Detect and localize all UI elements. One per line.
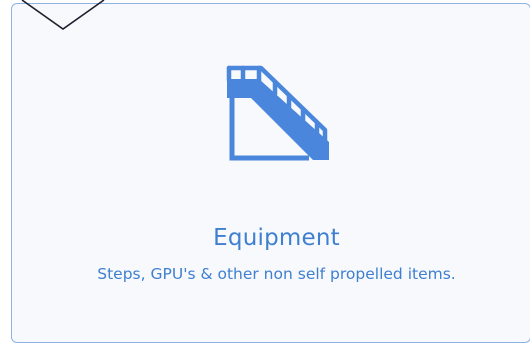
- card-description: Steps, GPU's & other non self propelled …: [97, 265, 456, 283]
- stair-truck-icon: [226, 65, 329, 161]
- card-title: Equipment: [213, 225, 340, 251]
- equipment-card[interactable]: [11, 3, 530, 343]
- chevron-down-icon[interactable]: [0, 0, 120, 40]
